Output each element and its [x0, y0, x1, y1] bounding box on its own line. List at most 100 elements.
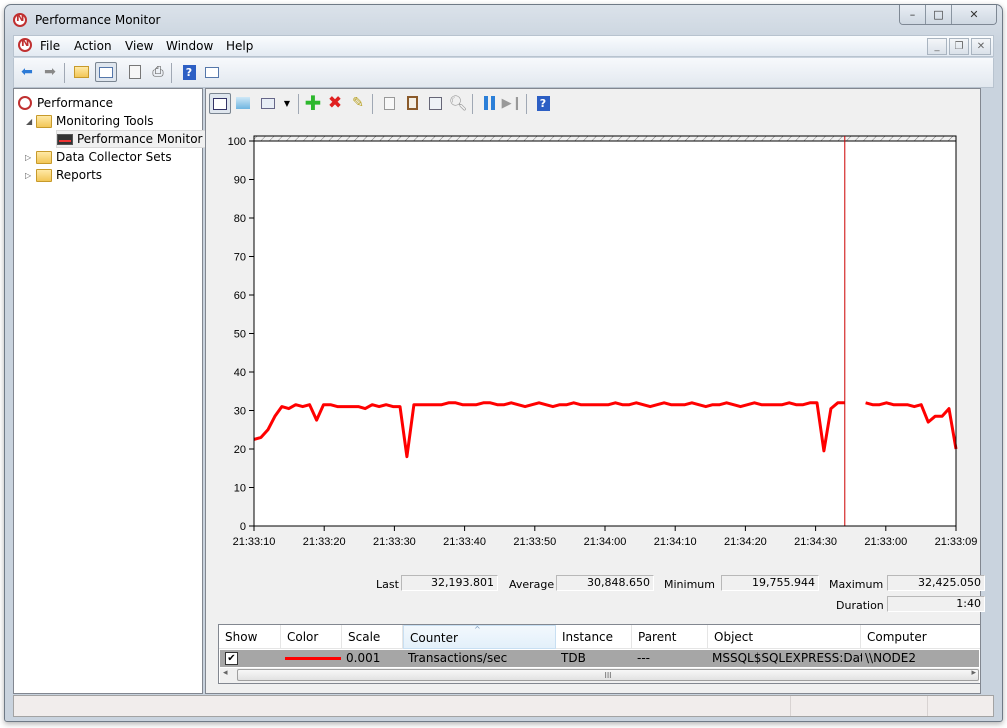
minimum-value: 19,755.944: [721, 575, 819, 591]
minimum-label: Minimum: [664, 578, 715, 591]
update-data-icon[interactable]: ▶❙: [502, 94, 523, 112]
y-tick-label: 90: [234, 175, 246, 187]
maximize-button[interactable]: □: [926, 5, 952, 24]
y-tick-label: 70: [234, 252, 246, 264]
status-bar: [13, 695, 994, 717]
mdi-minimize-button[interactable]: _: [927, 38, 947, 55]
change-graph-type-icon[interactable]: [259, 94, 277, 112]
x-tick-label: 21:33:40: [443, 536, 486, 548]
column-header-show[interactable]: Show: [219, 625, 281, 649]
properties-icon[interactable]: [426, 94, 444, 112]
y-tick-label: 10: [234, 483, 246, 495]
freeze-display-icon[interactable]: [480, 94, 498, 112]
tree-item-performance[interactable]: Performance: [18, 94, 113, 112]
mdi-close-button[interactable]: ✕: [971, 38, 991, 55]
tree-item-data-collector-sets[interactable]: Data Collector Sets: [36, 148, 172, 166]
collapsed-arrow-icon[interactable]: ▷: [25, 171, 31, 180]
system-menu-icon[interactable]: [18, 38, 32, 52]
last-label: Last: [376, 578, 399, 591]
line-chart: 0 10 20 30 40 50 60 70 80 90 100 21:33:10 21:33:20 2…: [228, 135, 977, 548]
sort-ascending-icon: ^: [474, 625, 481, 634]
y-tick-label: 40: [234, 367, 246, 379]
toolbar-separator: [472, 94, 473, 114]
x-tick-label: 21:34:30: [794, 536, 837, 548]
column-header-counter-label: Counter: [410, 631, 458, 645]
help-icon[interactable]: ?: [180, 63, 198, 81]
print-icon[interactable]: ⎙: [149, 63, 167, 81]
tree-item-label: Performance Monitor: [77, 132, 203, 146]
toolbar-separator: [64, 63, 65, 83]
dropdown-arrow-icon[interactable]: ▼: [278, 94, 296, 112]
highlight-icon[interactable]: ✎: [349, 94, 367, 112]
counter-legend-table: Show Color Scale Counter ^ Instance Pare…: [218, 624, 981, 684]
parent-cell: ---: [637, 651, 650, 665]
scroll-left-icon[interactable]: ◂: [223, 668, 228, 678]
up-folder-icon[interactable]: [72, 63, 90, 81]
toolbar-separator: [526, 94, 527, 114]
last-value: 32,193.801: [401, 575, 498, 591]
forward-icon[interactable]: ➡: [41, 63, 59, 81]
menu-help[interactable]: Help: [226, 39, 253, 53]
y-tick-label: 30: [234, 406, 246, 418]
menu-window[interactable]: Window: [166, 39, 213, 53]
expanded-arrow-icon[interactable]: ◢: [26, 117, 32, 126]
x-tick-label: 21:33:20: [303, 536, 346, 548]
performance-monitor-pane: ▼ ✚ ✖ ✎ 🔍︎ ▶❙ ? 0 10 20 30 40 50 60 70 80: [205, 88, 985, 694]
properties-icon[interactable]: [126, 63, 144, 81]
view-log-data-icon[interactable]: [234, 94, 252, 112]
console-tree: Performance ◢ Monitoring Tools Performan…: [13, 88, 207, 694]
close-button[interactable]: ✕: [952, 5, 996, 24]
column-header-parent[interactable]: Parent: [632, 625, 708, 649]
paste-counter-list-icon[interactable]: [403, 94, 421, 112]
menu-file[interactable]: File: [40, 39, 60, 53]
counter-cell: Transactions/sec: [408, 651, 508, 665]
duration-value: 1:40: [887, 596, 985, 612]
status-divider: [927, 696, 928, 716]
show-checkbox[interactable]: ✔: [225, 652, 238, 665]
instance-cell: TDB: [561, 651, 586, 665]
horizontal-scrollbar[interactable]: ◂ III ▸: [220, 668, 979, 683]
view-current-activity-icon[interactable]: [209, 93, 231, 114]
tree-item-label: Data Collector Sets: [56, 150, 172, 164]
mdi-restore-button[interactable]: ❐: [949, 38, 969, 55]
scroll-thumb[interactable]: III: [237, 669, 979, 681]
tree-item-monitoring-tools[interactable]: Monitoring Tools: [36, 112, 154, 130]
folder-icon: [36, 168, 52, 182]
menu-action[interactable]: Action: [74, 39, 112, 53]
table-row[interactable]: ✔ 0.001 Transactions/sec TDB --- MSSQL$S…: [220, 650, 979, 667]
column-header-color[interactable]: Color: [281, 625, 342, 649]
mdi-buttons: _ ❐ ✕: [927, 38, 991, 55]
back-icon[interactable]: ⬅: [18, 63, 36, 81]
x-tick-label: 21:34:20: [724, 536, 767, 548]
tree-item-reports[interactable]: Reports: [36, 166, 102, 184]
menu-view[interactable]: View: [125, 39, 153, 53]
copy-properties-icon[interactable]: [380, 94, 398, 112]
help-icon[interactable]: ?: [534, 94, 552, 112]
scroll-right-icon[interactable]: ▸: [971, 668, 976, 678]
plot-area: [254, 141, 956, 526]
performance-icon: [18, 96, 32, 110]
x-tick-label: 21:34:00: [584, 536, 627, 548]
column-header-object[interactable]: Object: [708, 625, 861, 649]
toolbar-separator: [171, 63, 172, 83]
zoom-icon[interactable]: 🔍︎: [448, 94, 467, 112]
maximum-label: Maximum: [829, 578, 884, 591]
collapsed-arrow-icon[interactable]: ▷: [25, 153, 31, 162]
column-header-computer[interactable]: Computer: [861, 625, 981, 649]
title-bar: Performance Monitor – □ ✕: [5, 5, 1002, 35]
column-header-scale[interactable]: Scale: [342, 625, 403, 649]
minimize-button[interactable]: –: [900, 5, 926, 24]
x-tick-label: 21:33:10: [233, 536, 276, 548]
show-hide-action-pane-icon[interactable]: [203, 63, 221, 81]
app-icon: [13, 13, 27, 27]
tree-item-label: Reports: [56, 168, 103, 182]
column-header-instance[interactable]: Instance: [556, 625, 632, 649]
add-counter-icon[interactable]: ✚: [304, 91, 322, 115]
tree-item-performance-monitor[interactable]: Performance Monitor: [56, 130, 207, 148]
folder-icon: [36, 114, 52, 128]
caption-buttons: – □ ✕: [899, 5, 997, 25]
show-hide-console-tree-icon[interactable]: [95, 62, 117, 82]
delete-counter-icon[interactable]: ✖: [326, 93, 344, 113]
performance-monitor-window: Performance Monitor – □ ✕ File Action Vi…: [4, 4, 1003, 722]
column-header-counter[interactable]: Counter ^: [403, 625, 556, 649]
